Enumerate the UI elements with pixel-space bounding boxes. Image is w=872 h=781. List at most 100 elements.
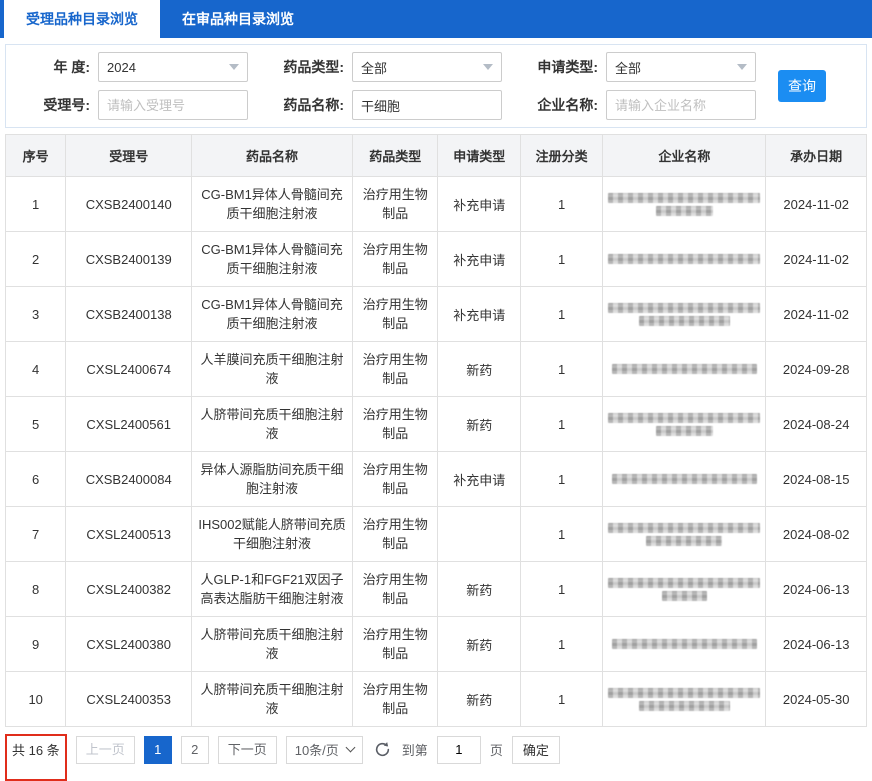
cell-drug-name: 人脐带间充质干细胞注射液: [191, 616, 353, 672]
page-button-1[interactable]: 1: [143, 735, 172, 764]
table-row: 5 CXSL2400561 人脐带间充质干细胞注射液 治疗用生物制品 新药 1 2024-0…: [4, 396, 867, 452]
refresh-icon[interactable]: [374, 741, 391, 758]
confirm-button[interactable]: 确定: [511, 735, 560, 764]
cell-enterprise: [602, 561, 767, 617]
redacted-enterprise-name: [655, 425, 714, 436]
drug-type-filter-group: 药品类型: 全部: [270, 52, 502, 82]
drug-name-filter-group: 药品名称:: [270, 90, 502, 120]
chevron-down-icon: [229, 64, 239, 70]
filter-row-2: 受理号: 药品名称: 企业名称:: [16, 90, 778, 120]
year-select[interactable]: 2024: [98, 52, 248, 82]
goto-unit: 页: [489, 743, 503, 758]
cell-apply-type: 新药: [437, 341, 521, 397]
cell-accept-no: CXSL2400561: [65, 396, 193, 452]
drug-name-input[interactable]: [352, 90, 502, 120]
cell-index: 5: [4, 396, 67, 452]
table-body: 1 CXSB2400140 CG-BM1异体人骨髓间充质干细胞注射液 治疗用生物制品补…: [4, 176, 867, 727]
redacted-enterprise-name: [608, 192, 761, 203]
results-table: 序号 受理号 药品名称 药品类型 申请类型 注册分类 企业名称 承办日期 1 CX…: [4, 134, 867, 727]
redacted-enterprise-name: [608, 522, 761, 533]
cell-index: 9: [4, 616, 67, 672]
next-page-button[interactable]: 下一页: [217, 735, 277, 764]
search-button[interactable]: 查询: [778, 70, 826, 102]
cell-enterprise: [602, 286, 767, 342]
cell-drug-type: 治疗用生物制品: [351, 506, 439, 562]
table-row: 8 CXSL2400382 人GLP-1和FGF21双因子高表达脂肪干细胞注射液 治疗…: [4, 561, 867, 617]
col-header-reg-class: 注册分类: [519, 134, 604, 177]
cell-date: 2024-08-24: [765, 396, 867, 452]
filter-row-1: 年 度: 2024 药品类型: 全部 申请类型: 全部: [16, 52, 778, 82]
cell-accept-no: CXSB2400140: [65, 176, 193, 232]
page-size-select[interactable]: 10条/页: [285, 735, 363, 764]
apply-type-select-value: 全部: [615, 60, 642, 76]
cell-reg-class: 1: [519, 616, 604, 672]
cell-reg-class: 1: [519, 286, 604, 342]
cell-index: 2: [4, 231, 67, 287]
results-table-wrap: 序号 受理号 药品名称 药品类型 申请类型 注册分类 企业名称 承办日期 1 CX…: [4, 134, 867, 727]
goto-page-input[interactable]: [436, 735, 481, 764]
accept-no-input[interactable]: [98, 90, 248, 120]
cell-date: 2024-08-15: [765, 451, 867, 507]
tab-accepted-catalog[interactable]: 受理品种目录浏览: [4, 0, 160, 38]
cell-apply-type: 补充申请: [437, 176, 521, 232]
accept-no-label: 受理号:: [43, 97, 90, 113]
cell-index: 8: [4, 561, 67, 617]
cell-drug-type: 治疗用生物制品: [351, 451, 439, 507]
col-header-apply-type: 申请类型: [437, 134, 521, 177]
table-row: 2 CXSB2400139 CG-BM1异体人骨髓间充质干细胞注射液 治疗用生物制品补…: [4, 231, 867, 287]
redacted-enterprise-name: [608, 412, 761, 423]
apply-type-select[interactable]: 全部: [606, 52, 756, 82]
redacted-enterprise-name: [655, 205, 714, 216]
cell-index: 3: [4, 286, 67, 342]
drug-type-select-value: 全部: [361, 60, 388, 76]
table-row: 1 CXSB2400140 CG-BM1异体人骨髓间充质干细胞注射液 治疗用生物制品补…: [4, 176, 867, 232]
cell-reg-class: 1: [519, 451, 604, 507]
tab-bar: 受理品种目录浏览 在审品种目录浏览: [0, 0, 872, 38]
redacted-enterprise-name: [661, 590, 708, 601]
cell-enterprise: [602, 671, 767, 727]
drug-type-label: 药品类型:: [283, 59, 344, 75]
cell-drug-type: 治疗用生物制品: [351, 231, 439, 287]
cell-drug-type: 治疗用生物制品: [351, 616, 439, 672]
cell-date: 2024-09-28: [765, 341, 867, 397]
prev-page-button[interactable]: 上一页: [75, 735, 135, 764]
col-header-accept-no: 受理号: [65, 134, 193, 177]
enterprise-input[interactable]: [606, 90, 756, 120]
cell-accept-no: CXSL2400382: [65, 561, 193, 617]
cell-apply-type: 新药: [437, 396, 521, 452]
col-header-drug-name: 药品名称: [191, 134, 353, 177]
redacted-enterprise-name: [612, 364, 757, 374]
cell-reg-class: 1: [519, 396, 604, 452]
cell-drug-type: 治疗用生物制品: [351, 286, 439, 342]
cell-drug-name: 人羊膜间充质干细胞注射液: [191, 341, 353, 397]
pagination-bar: 共 16 条 上一页 1 2 下一页 10条/页 到第 页 确定: [5, 734, 867, 781]
drug-name-label: 药品名称:: [283, 97, 344, 113]
cell-index: 7: [4, 506, 67, 562]
cell-accept-no: CXSL2400380: [65, 616, 193, 672]
drug-type-select[interactable]: 全部: [352, 52, 502, 82]
chevron-down-icon: [483, 64, 493, 70]
cell-accept-no: CXSL2400513: [65, 506, 193, 562]
page-button-2[interactable]: 2: [180, 735, 209, 764]
cell-drug-name: CG-BM1异体人骨髓间充质干细胞注射液: [191, 286, 353, 342]
cell-date: 2024-06-13: [765, 616, 867, 672]
cell-enterprise: [602, 341, 767, 397]
col-header-date: 承办日期: [765, 134, 867, 177]
cell-drug-name: IHS002赋能人脐带间充质干细胞注射液: [191, 506, 353, 562]
cell-reg-class: 1: [519, 341, 604, 397]
accept-no-filter-group: 受理号:: [16, 90, 248, 120]
tab-under-review-catalog[interactable]: 在审品种目录浏览: [160, 0, 316, 38]
cell-enterprise: [602, 231, 767, 287]
redacted-enterprise-name: [638, 700, 730, 711]
redacted-enterprise-name: [608, 302, 761, 313]
cell-apply-type: 新药: [437, 671, 521, 727]
table-row: 10 CXSL2400353 人脐带间充质干细胞注射液 治疗用生物制品 新药 1 2024-…: [4, 671, 867, 727]
cell-drug-name: 异体人源脂肪间充质干细胞注射液: [191, 451, 353, 507]
cell-enterprise: [602, 176, 767, 232]
redacted-enterprise-name: [608, 577, 761, 588]
chevron-down-icon: [345, 742, 356, 753]
page-size-value: 10条/页: [294, 743, 339, 758]
table-row: 6 CXSB2400084 异体人源脂肪间充质干细胞注射液 治疗用生物制品 补充申请 1 2…: [4, 451, 867, 507]
redacted-enterprise-name: [646, 535, 723, 546]
cell-accept-no: CXSB2400139: [65, 231, 193, 287]
